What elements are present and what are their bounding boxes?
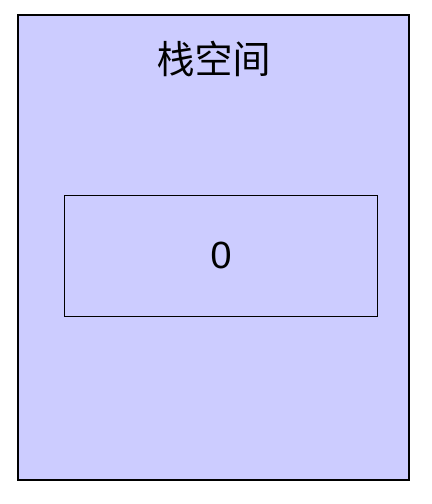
stack-space-frame: 栈空间 0 [17, 14, 410, 481]
stack-space-title: 栈空间 [156, 38, 271, 82]
stack-value-cell: 0 [64, 195, 378, 317]
stack-value-text: 0 [210, 234, 232, 277]
